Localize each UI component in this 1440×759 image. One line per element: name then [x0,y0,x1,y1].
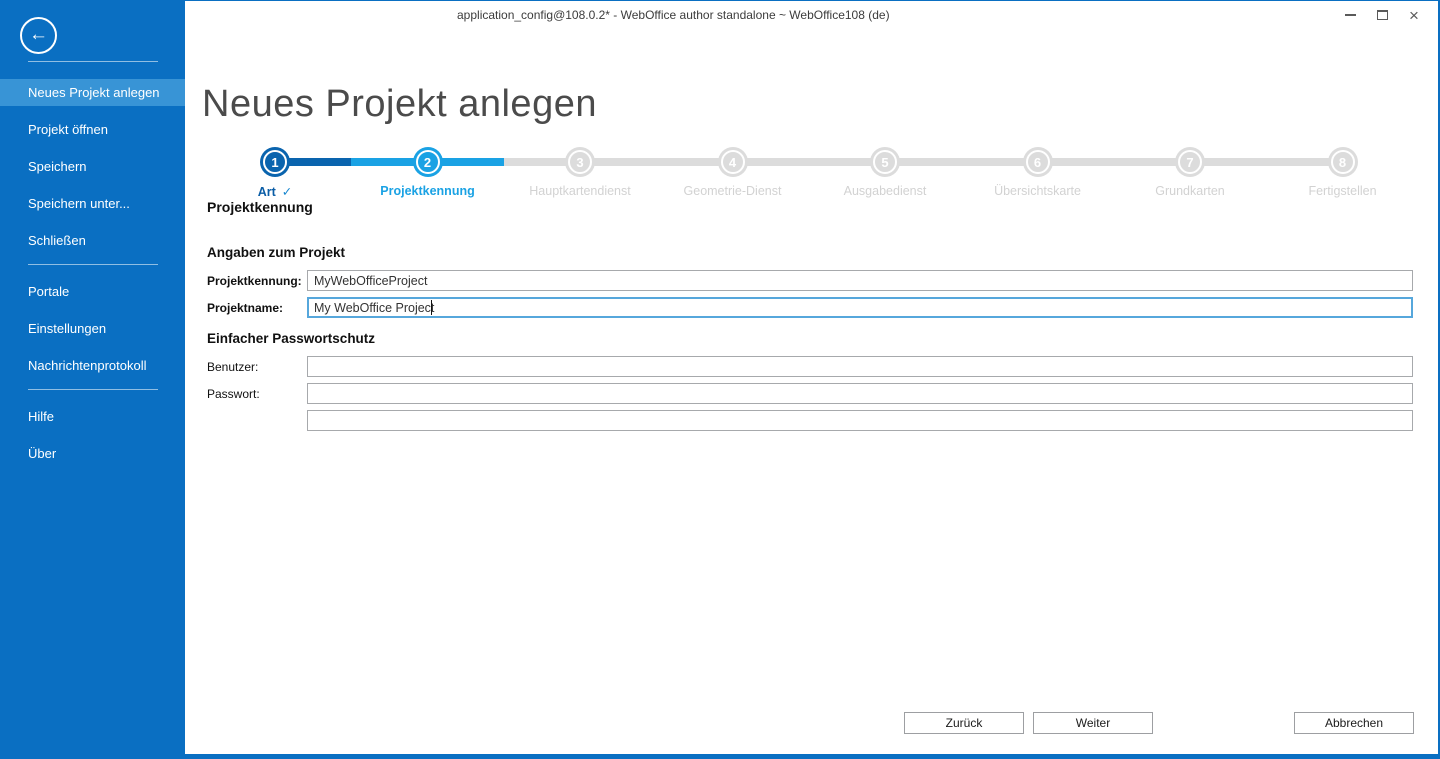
benutzer-input[interactable] [307,356,1413,377]
step-number: 3 [576,155,583,170]
next-step-button[interactable]: Weiter [1033,712,1153,734]
wizard-step-art: 1 Art ✓ [200,147,350,199]
left-arrow-icon: ← [29,25,48,44]
step-circle-6[interactable]: 6 [1023,147,1053,177]
wizard-step-geometrie-dienst: 4 Geometrie-Dienst [658,147,808,198]
step-number: 6 [1034,155,1041,170]
step-circle-3[interactable]: 3 [565,147,595,177]
application-window: ← Neues Projekt anlegen Projekt öffnen S… [0,0,1440,759]
form-row-projektkennung: Projektkennung: [207,270,1413,291]
step-label: Art ✓ [200,184,350,199]
form-section-title: Projektkennung [207,199,313,215]
sidebar-item-einstellungen[interactable]: Einstellungen [0,315,185,342]
step-circle-8[interactable]: 8 [1328,147,1358,177]
main-content: Neues Projekt anlegen 1 Art ✓ 2 Projektke… [185,29,1438,754]
step-circle-7[interactable]: 7 [1175,147,1205,177]
form-row-projektname: Projektname: [207,297,1413,318]
step-number: 2 [424,155,431,170]
projektkennung-input[interactable] [307,270,1413,291]
sidebar-item-ueber[interactable]: Über [0,440,185,467]
wizard-footer: Zurück Weiter Abbrechen [185,712,1414,734]
sidebar-item-portale[interactable]: Portale [0,278,185,305]
step-circle-2[interactable]: 2 [413,147,443,177]
step-circle-5[interactable]: 5 [870,147,900,177]
cancel-button[interactable]: Abbrechen [1294,712,1414,734]
group-title-passwortschutz: Einfacher Passwortschutz [207,331,1413,349]
wizard-step-hauptkartendienst: 3 Hauptkartendienst [505,147,655,198]
close-icon: × [1409,7,1419,24]
step-number: 7 [1186,155,1193,170]
step-label: Übersichtskarte [963,184,1113,198]
sidebar-item-hilfe[interactable]: Hilfe [0,403,185,430]
minimize-button[interactable] [1334,1,1366,29]
projektname-input[interactable] [307,297,1413,318]
project-form: Angaben zum Projekt Projektkennung: Proj… [207,245,1413,437]
maximize-button[interactable] [1366,1,1398,29]
sidebar-divider [28,264,158,265]
sidebar-divider [28,389,158,390]
step-label: Fertigstellen [1268,184,1418,198]
back-button[interactable]: ← [20,17,57,54]
window-bottom-frame [185,754,1438,759]
sidebar-item-neues-projekt-anlegen[interactable]: Neues Projekt anlegen [0,79,185,106]
projektkennung-label: Projektkennung: [207,274,307,288]
wizard-step-fertigstellen: 8 Fertigstellen [1268,147,1418,198]
wizard-step-ausgabedienst: 5 Ausgabedienst [810,147,960,198]
step-number: 4 [729,155,736,170]
passwort-label: Passwort: [207,387,307,401]
benutzer-label: Benutzer: [207,360,307,374]
step-label: Geometrie-Dienst [658,184,808,198]
passwort-input[interactable] [307,383,1413,404]
group-title-angaben: Angaben zum Projekt [207,245,1413,263]
sidebar-item-schliessen[interactable]: Schließen [0,227,185,254]
wizard-step-projektkennung: 2 Projektkennung [353,147,503,198]
sidebar-item-speichern-unter[interactable]: Speichern unter... [0,190,185,217]
sidebar-item-projekt-oeffnen[interactable]: Projekt öffnen [0,116,185,143]
step-circle-1[interactable]: 1 [260,147,290,177]
step-label-text: Art [258,185,276,199]
page-title: Neues Projekt anlegen [202,83,597,126]
sidebar: ← Neues Projekt anlegen Projekt öffnen S… [0,1,185,759]
text-caret [431,300,432,315]
back-step-button[interactable]: Zurück [904,712,1024,734]
minimize-icon [1345,14,1356,16]
step-label: Ausgabedienst [810,184,960,198]
step-label: Projektkennung [353,184,503,198]
titlebar: application_config@108.0.2* - WebOffice … [185,1,1438,29]
wizard-progress: 1 Art ✓ 2 Projektkennung 3 Hauptkartendie… [202,147,1425,211]
sidebar-menu: Neues Projekt anlegen Projekt öffnen Spe… [0,79,185,477]
sidebar-divider [28,61,158,62]
step-label: Hauptkartendienst [505,184,655,198]
wizard-step-uebersichtskarte: 6 Übersichtskarte [963,147,1113,198]
form-row-passwort-wiederholen [207,410,1413,431]
window-title: application_config@108.0.2* - WebOffice … [457,8,890,22]
check-icon: ✓ [282,185,292,199]
window-controls: × [1334,1,1430,29]
close-button[interactable]: × [1398,1,1430,29]
wizard-step-grundkarten: 7 Grundkarten [1115,147,1265,198]
step-number: 5 [881,155,888,170]
step-circle-4[interactable]: 4 [718,147,748,177]
projektname-label: Projektname: [207,301,307,315]
step-number: 1 [271,155,278,170]
form-row-benutzer: Benutzer: [207,356,1413,377]
passwort-repeat-input[interactable] [307,410,1413,431]
sidebar-item-speichern[interactable]: Speichern [0,153,185,180]
form-row-passwort: Passwort: [207,383,1413,404]
step-number: 8 [1339,155,1346,170]
step-label: Grundkarten [1115,184,1265,198]
maximize-icon [1377,10,1388,20]
sidebar-item-nachrichtenprotokoll[interactable]: Nachrichtenprotokoll [0,352,185,379]
